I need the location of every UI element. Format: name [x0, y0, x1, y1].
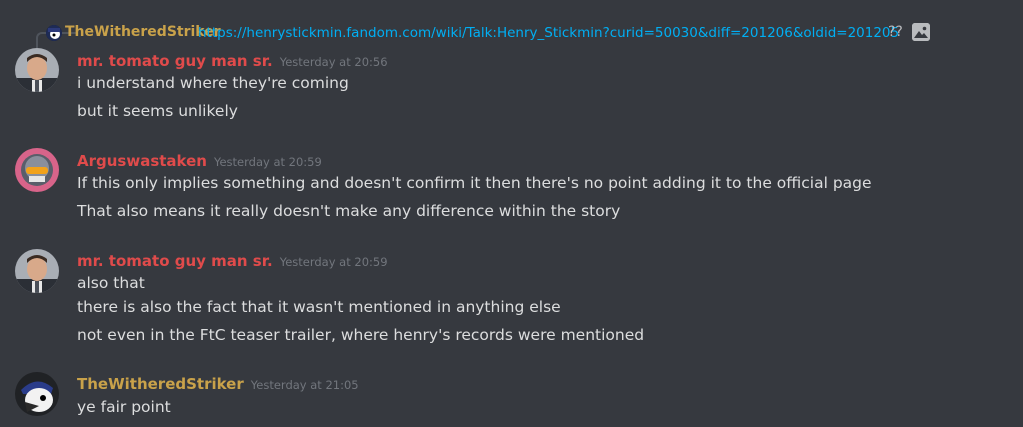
reply-link[interactable]: https://henrystickmin.fandom.com/wiki/Ta… — [198, 25, 899, 41]
bird-avatar-icon[interactable] — [15, 372, 59, 416]
reply-avatar-icon — [46, 25, 62, 41]
helmet-avatar-icon[interactable] — [15, 148, 59, 192]
username[interactable]: Arguswastaken — [77, 152, 207, 170]
office-man-avatar-icon[interactable] — [15, 249, 59, 293]
timestamp: Yesterday at 20:59 — [213, 155, 322, 169]
timestamp: Yesterday at 20:59 — [279, 255, 388, 269]
office-man-avatar-icon[interactable] — [15, 48, 59, 92]
username[interactable]: mr. tomato guy man sr. — [77, 52, 273, 70]
message-line: there is also the fact that it wasn't me… — [77, 298, 561, 316]
timestamp: Yesterday at 21:05 — [250, 378, 359, 392]
message-line: If this only implies something and doesn… — [77, 174, 872, 192]
chat-log: TheWitheredStriker https://henrystickmin… — [0, 0, 1023, 427]
message-line: but it seems unlikely — [77, 102, 238, 120]
timestamp: Yesterday at 20:56 — [279, 55, 388, 69]
message-line: not even in the FtC teaser trailer, wher… — [77, 326, 645, 344]
reply-preview[interactable]: TheWitheredStriker https://henrystickmin… — [0, 22, 1023, 44]
message-line: ye fair point — [77, 398, 171, 416]
reply-tail-text: ?? — [888, 24, 903, 40]
message-line: i understand where they're coming — [77, 74, 349, 92]
username[interactable]: mr. tomato guy man sr. — [77, 252, 273, 270]
message-line: also that — [77, 274, 145, 292]
message-line: That also means it really doesn't make a… — [77, 202, 621, 220]
username[interactable]: TheWitheredStriker — [77, 375, 244, 393]
image-icon[interactable] — [912, 23, 930, 41]
